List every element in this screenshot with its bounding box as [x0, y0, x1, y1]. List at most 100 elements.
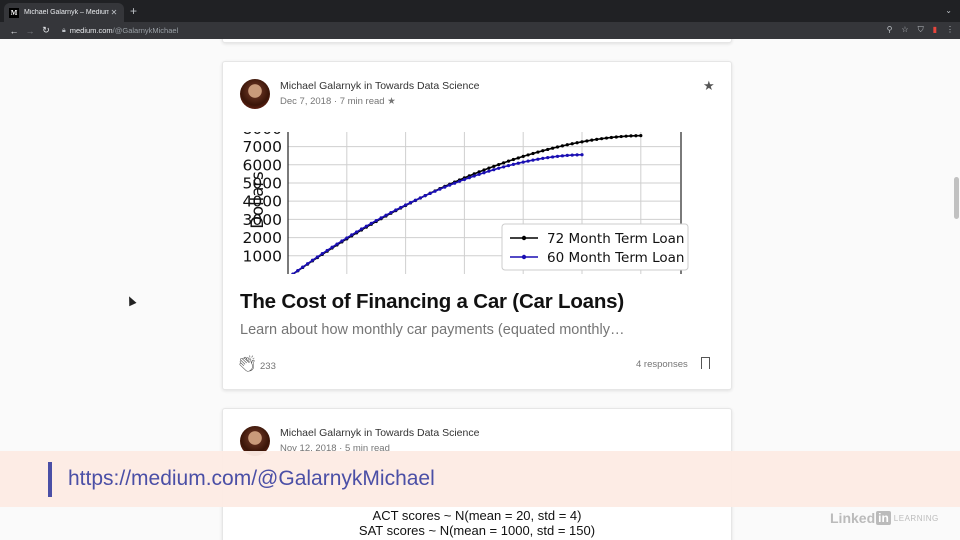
data-point	[467, 176, 471, 180]
data-point	[580, 153, 584, 157]
logo-suffix: LEARNING	[893, 513, 939, 523]
medium-favicon-icon: M	[9, 7, 19, 18]
y-tick-label: 8000	[243, 132, 282, 138]
post-date: Dec 7, 2018	[280, 96, 332, 107]
data-point	[580, 140, 584, 144]
data-point	[448, 183, 452, 187]
data-point	[453, 181, 457, 185]
data-point	[614, 135, 618, 139]
clap-icon[interactable]: 👏︎	[237, 354, 257, 374]
post-subtitle[interactable]: Learn about how monthly car payments (eq…	[240, 322, 624, 338]
data-point	[639, 134, 643, 138]
data-point	[565, 143, 569, 147]
shield-icon[interactable]: ⛉	[918, 25, 924, 35]
back-icon[interactable]: ←	[6, 26, 22, 36]
data-point	[433, 189, 437, 193]
lock-icon[interactable]: 🔒︎	[62, 27, 66, 35]
data-point	[609, 135, 613, 140]
forward-icon[interactable]: →	[22, 26, 38, 36]
data-point	[384, 213, 388, 217]
close-tab-icon[interactable]: ✕	[109, 8, 119, 17]
scrollbar-thumb[interactable]	[954, 177, 959, 219]
data-point	[492, 168, 496, 172]
data-point	[560, 144, 564, 148]
data-point	[546, 147, 550, 152]
data-point	[570, 153, 574, 157]
extension-icon[interactable]: ▮	[933, 25, 937, 35]
address-bar[interactable]: medium.com/@GalarnykMichael	[70, 26, 179, 35]
data-point	[355, 230, 359, 234]
post-image-chart[interactable]: 10002000300040005000600070008000Dollars7…	[240, 132, 700, 274]
data-point	[560, 154, 564, 158]
data-point	[320, 252, 324, 256]
data-point	[521, 154, 525, 159]
zoom-icon[interactable]: ⚲	[887, 25, 893, 35]
y-axis-label: Dollars	[248, 171, 267, 228]
tab-bar: M Michael Galarnyk – Medium ✕ + ⌄	[0, 0, 960, 22]
data-point	[482, 168, 486, 172]
data-point	[340, 239, 344, 243]
data-point	[423, 194, 427, 198]
data-point	[408, 201, 413, 205]
bookmark-star-icon[interactable]: ☆	[901, 25, 908, 35]
data-point	[477, 172, 481, 176]
data-point	[624, 134, 628, 138]
overlay-accent-bar	[48, 462, 52, 497]
url-path: /@GalarnykMichael	[112, 26, 179, 35]
author-name[interactable]: Michael Galarnyk	[280, 427, 361, 439]
author-line: Michael Galarnyk in Towards Data Science	[280, 427, 479, 439]
data-point	[399, 205, 403, 210]
publication-name[interactable]: Towards Data Science	[375, 427, 479, 439]
data-point	[296, 268, 300, 273]
window-menu-icon[interactable]: ⌄	[945, 6, 952, 15]
data-point	[600, 137, 604, 141]
in-word: in	[364, 80, 373, 92]
data-point	[541, 149, 545, 153]
new-tab-icon[interactable]: +	[130, 4, 137, 18]
author-name[interactable]: Michael Galarnyk	[280, 80, 361, 92]
menu-icon[interactable]: ⋮	[946, 25, 954, 35]
data-point	[497, 166, 501, 170]
y-tick-label: 7000	[243, 138, 282, 156]
data-point	[359, 227, 364, 231]
post-title[interactable]: The Cost of Financing a Car (Car Loans)	[240, 290, 624, 314]
sat-equation: SAT scores ~ N(mean = 1000, std = 150)	[358, 523, 596, 538]
member-star-icon: ★	[387, 96, 396, 107]
data-point	[536, 150, 540, 154]
data-point	[330, 245, 334, 249]
y-tick-label: 1000	[243, 247, 282, 265]
browser-tab[interactable]: M Michael Galarnyk – Medium ✕	[4, 3, 124, 22]
post-card[interactable]: Michael Galarnyk in Towards Data Science…	[222, 61, 732, 390]
data-point	[306, 262, 310, 266]
screen: { "browser": { "tab_title": "Michael Gal…	[0, 0, 960, 540]
data-point	[301, 265, 305, 269]
data-point	[619, 134, 623, 139]
data-point	[492, 164, 496, 168]
responses-link[interactable]: 4 responses	[636, 359, 688, 370]
logo-brand: Linked	[830, 510, 876, 526]
data-point	[629, 134, 633, 138]
data-point	[634, 134, 638, 138]
data-point	[575, 141, 579, 145]
data-point	[502, 161, 506, 165]
data-point	[531, 151, 535, 156]
data-point	[595, 137, 599, 141]
linkedin-learning-logo: Linked in LEARNING	[830, 510, 939, 526]
clap-count: 233	[260, 361, 276, 372]
data-point	[585, 139, 589, 143]
data-point	[350, 233, 354, 237]
reload-icon[interactable]: ↻	[38, 25, 54, 36]
data-point	[551, 146, 555, 150]
bookmark-icon[interactable]	[701, 357, 710, 373]
featured-star-icon[interactable]: ★	[703, 78, 715, 94]
data-point	[511, 157, 515, 162]
author-avatar[interactable]	[240, 79, 270, 109]
data-point	[575, 153, 579, 157]
publication-name[interactable]: Towards Data Science	[375, 80, 479, 92]
data-point	[555, 154, 560, 158]
previous-post-card[interactable]	[222, 39, 732, 43]
data-point	[570, 142, 574, 146]
legend-label: 60 Month Term Loan	[547, 250, 684, 266]
url-host: medium.com	[69, 26, 113, 35]
data-point	[389, 210, 393, 215]
